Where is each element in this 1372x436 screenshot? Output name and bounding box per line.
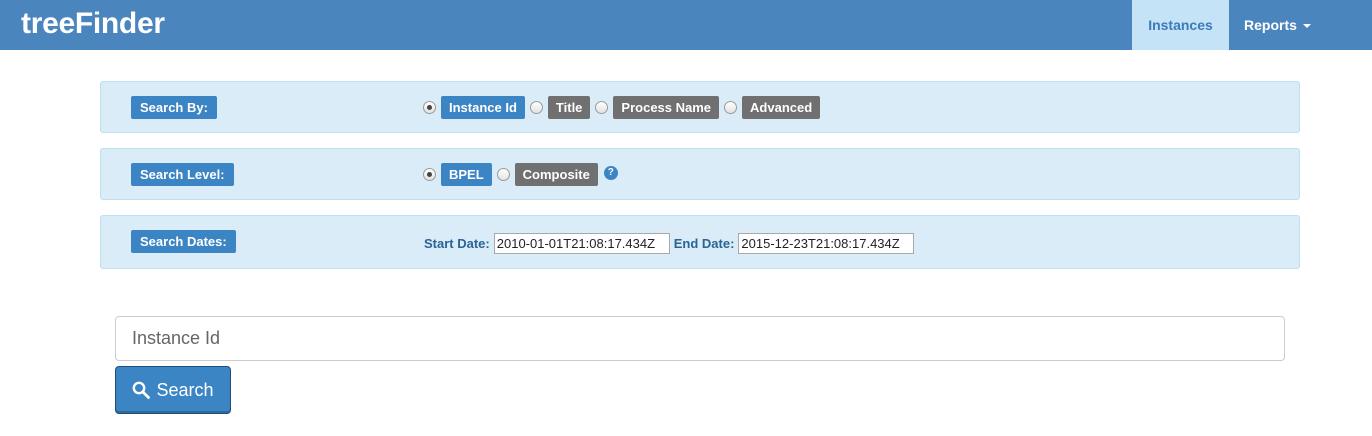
search-button[interactable]: Search: [115, 366, 231, 414]
search-icon: [133, 381, 151, 399]
end-date-label: End Date:: [673, 236, 735, 251]
option-advanced[interactable]: Advanced: [742, 96, 821, 119]
search-level-panel: Search Level: BPEL Composite ?: [100, 148, 1300, 200]
search-dates-panel: Search Dates: Start Date: End Date:: [100, 215, 1300, 269]
radio-title[interactable]: [529, 101, 543, 114]
nav-reports-label: Reports: [1244, 17, 1297, 33]
brand-logo[interactable]: treeFinder: [21, 4, 165, 44]
search-button-label: Search: [156, 379, 214, 400]
nav-reports-dropdown[interactable]: Reports: [1244, 0, 1311, 50]
date-range: Start Date: End Date:: [424, 232, 918, 255]
radio-bpel[interactable]: [423, 168, 436, 181]
option-composite[interactable]: Composite: [514, 163, 598, 186]
radio-advanced[interactable]: [724, 101, 738, 114]
radio-instance-id[interactable]: [423, 101, 436, 114]
radio-process-name[interactable]: [595, 101, 609, 114]
option-instance-id[interactable]: Instance Id: [441, 96, 525, 119]
search-by-label: Search By:: [131, 96, 217, 119]
search-level-options: BPEL Composite ?: [423, 163, 618, 186]
radio-composite[interactable]: [496, 168, 510, 181]
search-by-options: Instance Id Title Process Name Advanced: [423, 96, 825, 119]
search-level-label: Search Level:: [131, 163, 234, 186]
search-by-panel: Search By: Instance Id Title Process Nam…: [100, 81, 1300, 133]
start-date-input[interactable]: [493, 233, 670, 254]
nav-instances[interactable]: Instances: [1132, 0, 1229, 50]
option-title[interactable]: Title: [547, 96, 591, 119]
top-navbar: treeFinder Instances Reports: [0, 0, 1372, 50]
option-process-name[interactable]: Process Name: [613, 96, 720, 119]
search-dates-label: Search Dates:: [131, 230, 236, 253]
search-input[interactable]: [115, 316, 1285, 361]
option-bpel[interactable]: BPEL: [441, 163, 492, 186]
caret-down-icon: [1302, 24, 1311, 29]
question-circle-icon[interactable]: ?: [603, 166, 618, 180]
end-date-input[interactable]: [738, 233, 915, 254]
start-date-label: Start Date:: [424, 236, 490, 251]
